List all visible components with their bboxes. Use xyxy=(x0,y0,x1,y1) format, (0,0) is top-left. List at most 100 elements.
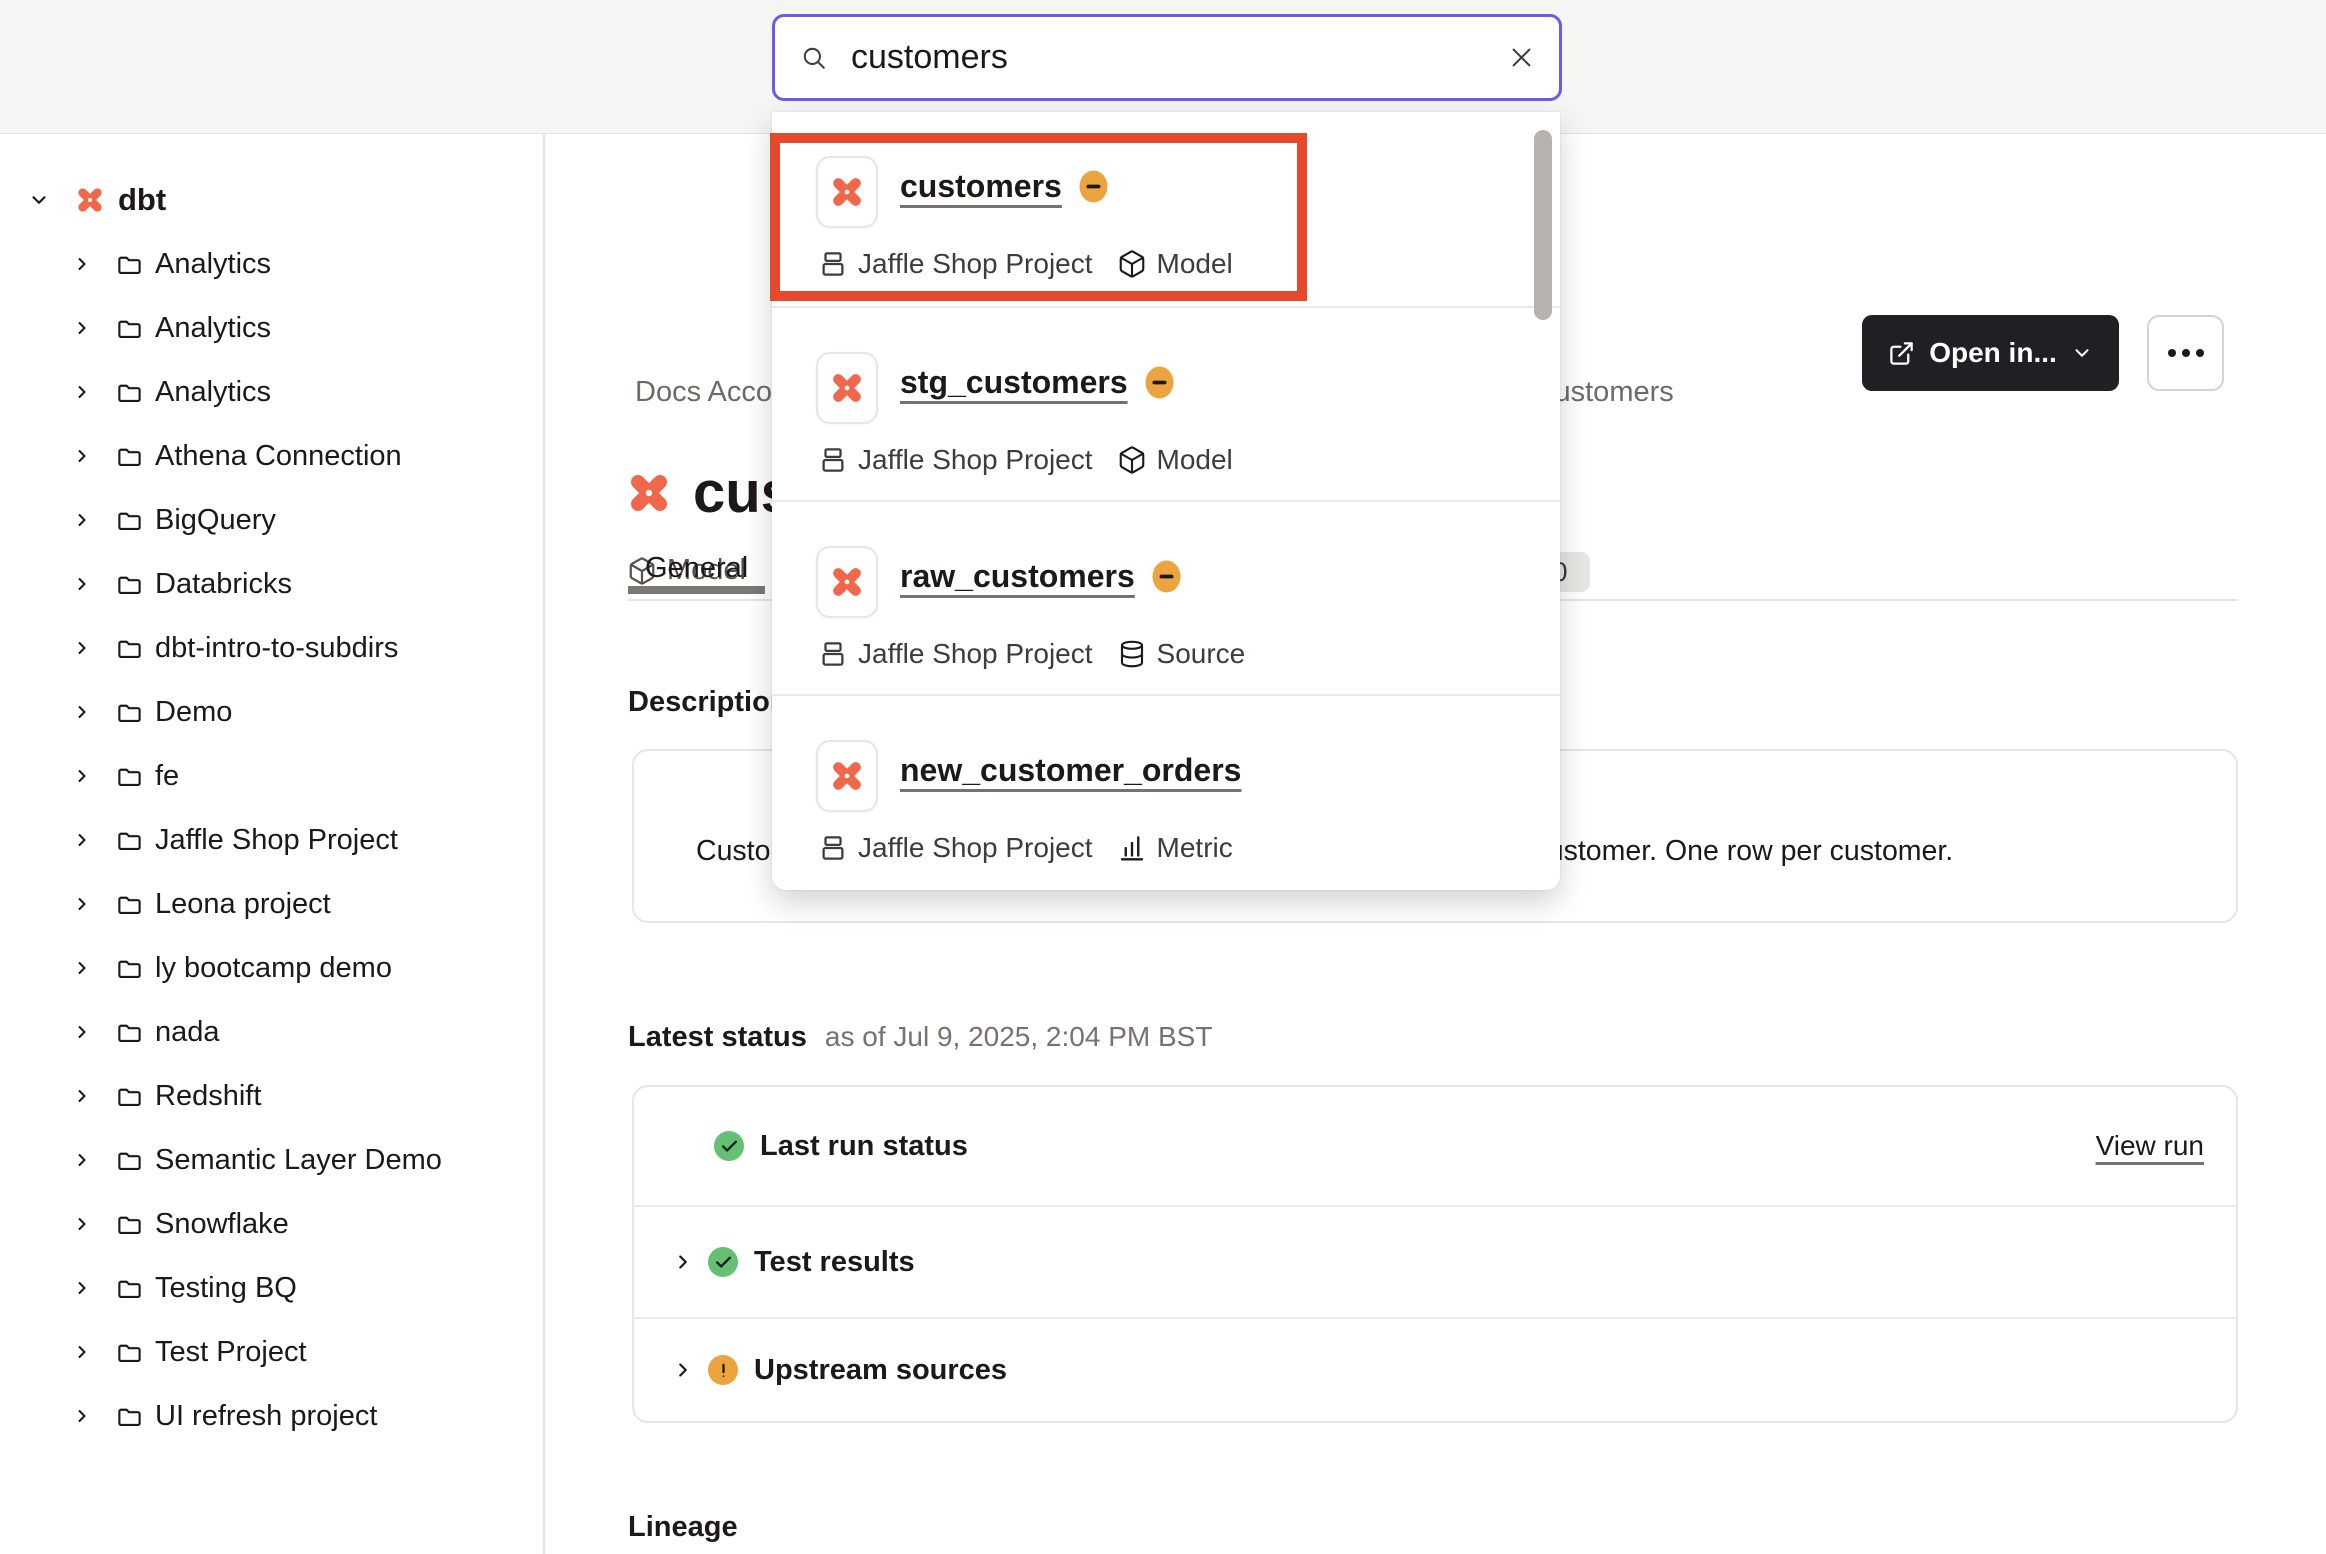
upstream-sources-row[interactable]: Upstream sources xyxy=(634,1317,2236,1421)
lineage-heading: Lineage xyxy=(628,1511,738,1544)
sidebar-project-label: Analytics xyxy=(155,248,271,281)
chevron-right-icon[interactable] xyxy=(72,766,92,786)
folder-icon xyxy=(116,507,143,534)
chevron-right-icon[interactable] xyxy=(72,1086,92,1106)
test-results-row[interactable]: Test results xyxy=(634,1205,2236,1317)
result-project: Jaffle Shop Project xyxy=(858,638,1093,670)
sidebar-project-item[interactable]: Demo xyxy=(0,680,543,744)
chevron-right-icon[interactable] xyxy=(72,702,92,722)
search-result-item[interactable]: raw_customers Jaffle Shop Project S xyxy=(772,500,1560,694)
chevron-right-icon[interactable] xyxy=(72,446,92,466)
result-icon-box xyxy=(816,352,878,424)
folder-icon xyxy=(116,1147,143,1174)
close-icon[interactable] xyxy=(1508,44,1535,71)
open-in-label: Open in... xyxy=(1929,337,2057,369)
sidebar-project-item[interactable]: BigQuery xyxy=(0,488,543,552)
sidebar-project-item[interactable]: nada xyxy=(0,1000,543,1064)
sidebar-project-label: BigQuery xyxy=(155,504,276,537)
sidebar-project-item[interactable]: fe xyxy=(0,744,543,808)
sidebar-project-item[interactable]: Leona project xyxy=(0,872,543,936)
result-name-link[interactable]: new_customer_orders xyxy=(900,752,1241,789)
chevron-right-icon[interactable] xyxy=(72,1278,92,1298)
chevron-right-icon[interactable] xyxy=(72,830,92,850)
sidebar-project-label: Analytics xyxy=(155,376,271,409)
sidebar-project-item[interactable]: Databricks xyxy=(0,552,543,616)
search-input[interactable] xyxy=(849,37,1508,78)
chevron-right-icon[interactable] xyxy=(72,1406,92,1426)
sidebar-project-item[interactable]: Analytics xyxy=(0,296,543,360)
chevron-down-icon xyxy=(2071,342,2093,364)
chevron-right-icon[interactable] xyxy=(72,894,92,914)
result-icon-box xyxy=(816,740,878,812)
result-project: Jaffle Shop Project xyxy=(858,444,1093,476)
sidebar-project-label: Databricks xyxy=(155,568,292,601)
sidebar-project-label: Analytics xyxy=(155,312,271,345)
folder-icon xyxy=(116,443,143,470)
tab-general[interactable]: General xyxy=(645,552,748,585)
global-search xyxy=(772,14,1562,101)
result-type: Model xyxy=(1157,444,1233,476)
chevron-right-icon[interactable] xyxy=(72,1022,92,1042)
search-result-item[interactable]: new_customer_orders Jaffle Shop Project … xyxy=(772,694,1560,888)
sidebar-project-item[interactable]: Analytics xyxy=(0,232,543,296)
chevron-right-icon[interactable] xyxy=(72,638,92,658)
sidebar-project-label: Snowflake xyxy=(155,1208,289,1241)
chevron-right-icon[interactable] xyxy=(72,958,92,978)
sidebar-project-item[interactable]: Jaffle Shop Project xyxy=(0,808,543,872)
dropdown-scrollbar[interactable] xyxy=(1534,130,1552,320)
chevron-right-icon[interactable] xyxy=(72,1342,92,1362)
sidebar-project-item[interactable]: ly bootcamp demo xyxy=(0,936,543,1000)
folder-icon xyxy=(116,1019,143,1046)
breadcrumb-fragment-left: Docs Acco xyxy=(635,376,772,409)
chevron-right-icon[interactable] xyxy=(72,510,92,530)
latest-status-timestamp: as of Jul 9, 2025, 2:04 PM BST xyxy=(825,1021,1213,1053)
folder-icon xyxy=(116,1339,143,1366)
folder-icon xyxy=(116,379,143,406)
chevron-down-icon[interactable] xyxy=(28,189,50,211)
stale-badge-icon xyxy=(1144,365,1175,400)
open-in-button[interactable]: Open in... xyxy=(1862,315,2119,391)
chevron-right-icon[interactable] xyxy=(72,1214,92,1234)
chevron-right-icon[interactable] xyxy=(72,254,92,274)
chevron-right-icon[interactable] xyxy=(72,1150,92,1170)
view-run-link[interactable]: View run xyxy=(2096,1130,2204,1162)
sidebar-project-label: nada xyxy=(155,1016,220,1049)
sidebar-project-item[interactable]: Semantic Layer Demo xyxy=(0,1128,543,1192)
folder-icon xyxy=(116,827,143,854)
sidebar-root-dbt[interactable]: dbt xyxy=(0,168,543,232)
result-icon-box xyxy=(816,546,878,618)
search-result-item[interactable]: stg_customers Jaffle Shop Project M xyxy=(772,306,1560,500)
success-check-icon xyxy=(708,1247,738,1277)
sidebar-project-item[interactable]: UI refresh project xyxy=(0,1384,543,1448)
result-name-link[interactable]: raw_customers xyxy=(900,558,1135,595)
folder-icon xyxy=(116,955,143,982)
sidebar-project-item[interactable]: Redshift xyxy=(0,1064,543,1128)
sidebar-project-item[interactable]: Analytics xyxy=(0,360,543,424)
project-icon xyxy=(818,445,848,475)
test-results-label: Test results xyxy=(754,1246,915,1279)
dbt-logo-icon xyxy=(74,184,106,216)
folder-icon xyxy=(116,699,143,726)
sidebar-project-item[interactable]: Test Project xyxy=(0,1320,543,1384)
more-options-button[interactable] xyxy=(2147,315,2224,391)
result-name-link[interactable]: stg_customers xyxy=(900,364,1128,401)
sidebar-project-label: dbt-intro-to-subdirs xyxy=(155,632,398,665)
chevron-right-icon[interactable] xyxy=(672,1359,694,1381)
sidebar-project-item[interactable]: Testing BQ xyxy=(0,1256,543,1320)
result-meta: Jaffle Shop Project Model xyxy=(818,444,1233,476)
dbt-logo-icon xyxy=(828,369,866,407)
last-run-status-label: Last run status xyxy=(760,1130,968,1163)
sidebar-project-item[interactable]: Athena Connection xyxy=(0,424,543,488)
chevron-right-icon[interactable] xyxy=(72,574,92,594)
sidebar-project-item[interactable]: Snowflake xyxy=(0,1192,543,1256)
chevron-right-icon[interactable] xyxy=(72,382,92,402)
sidebar: dbt Analytics xyxy=(0,134,545,1554)
chevron-right-icon[interactable] xyxy=(672,1251,694,1273)
chevron-right-icon[interactable] xyxy=(72,318,92,338)
folder-icon xyxy=(116,891,143,918)
upstream-sources-label: Upstream sources xyxy=(754,1354,1007,1387)
sidebar-project-item[interactable]: dbt-intro-to-subdirs xyxy=(0,616,543,680)
sidebar-project-label: Athena Connection xyxy=(155,440,402,473)
result-meta: Jaffle Shop Project Source xyxy=(818,638,1245,670)
last-run-status-row: Last run status View run xyxy=(634,1087,2236,1205)
